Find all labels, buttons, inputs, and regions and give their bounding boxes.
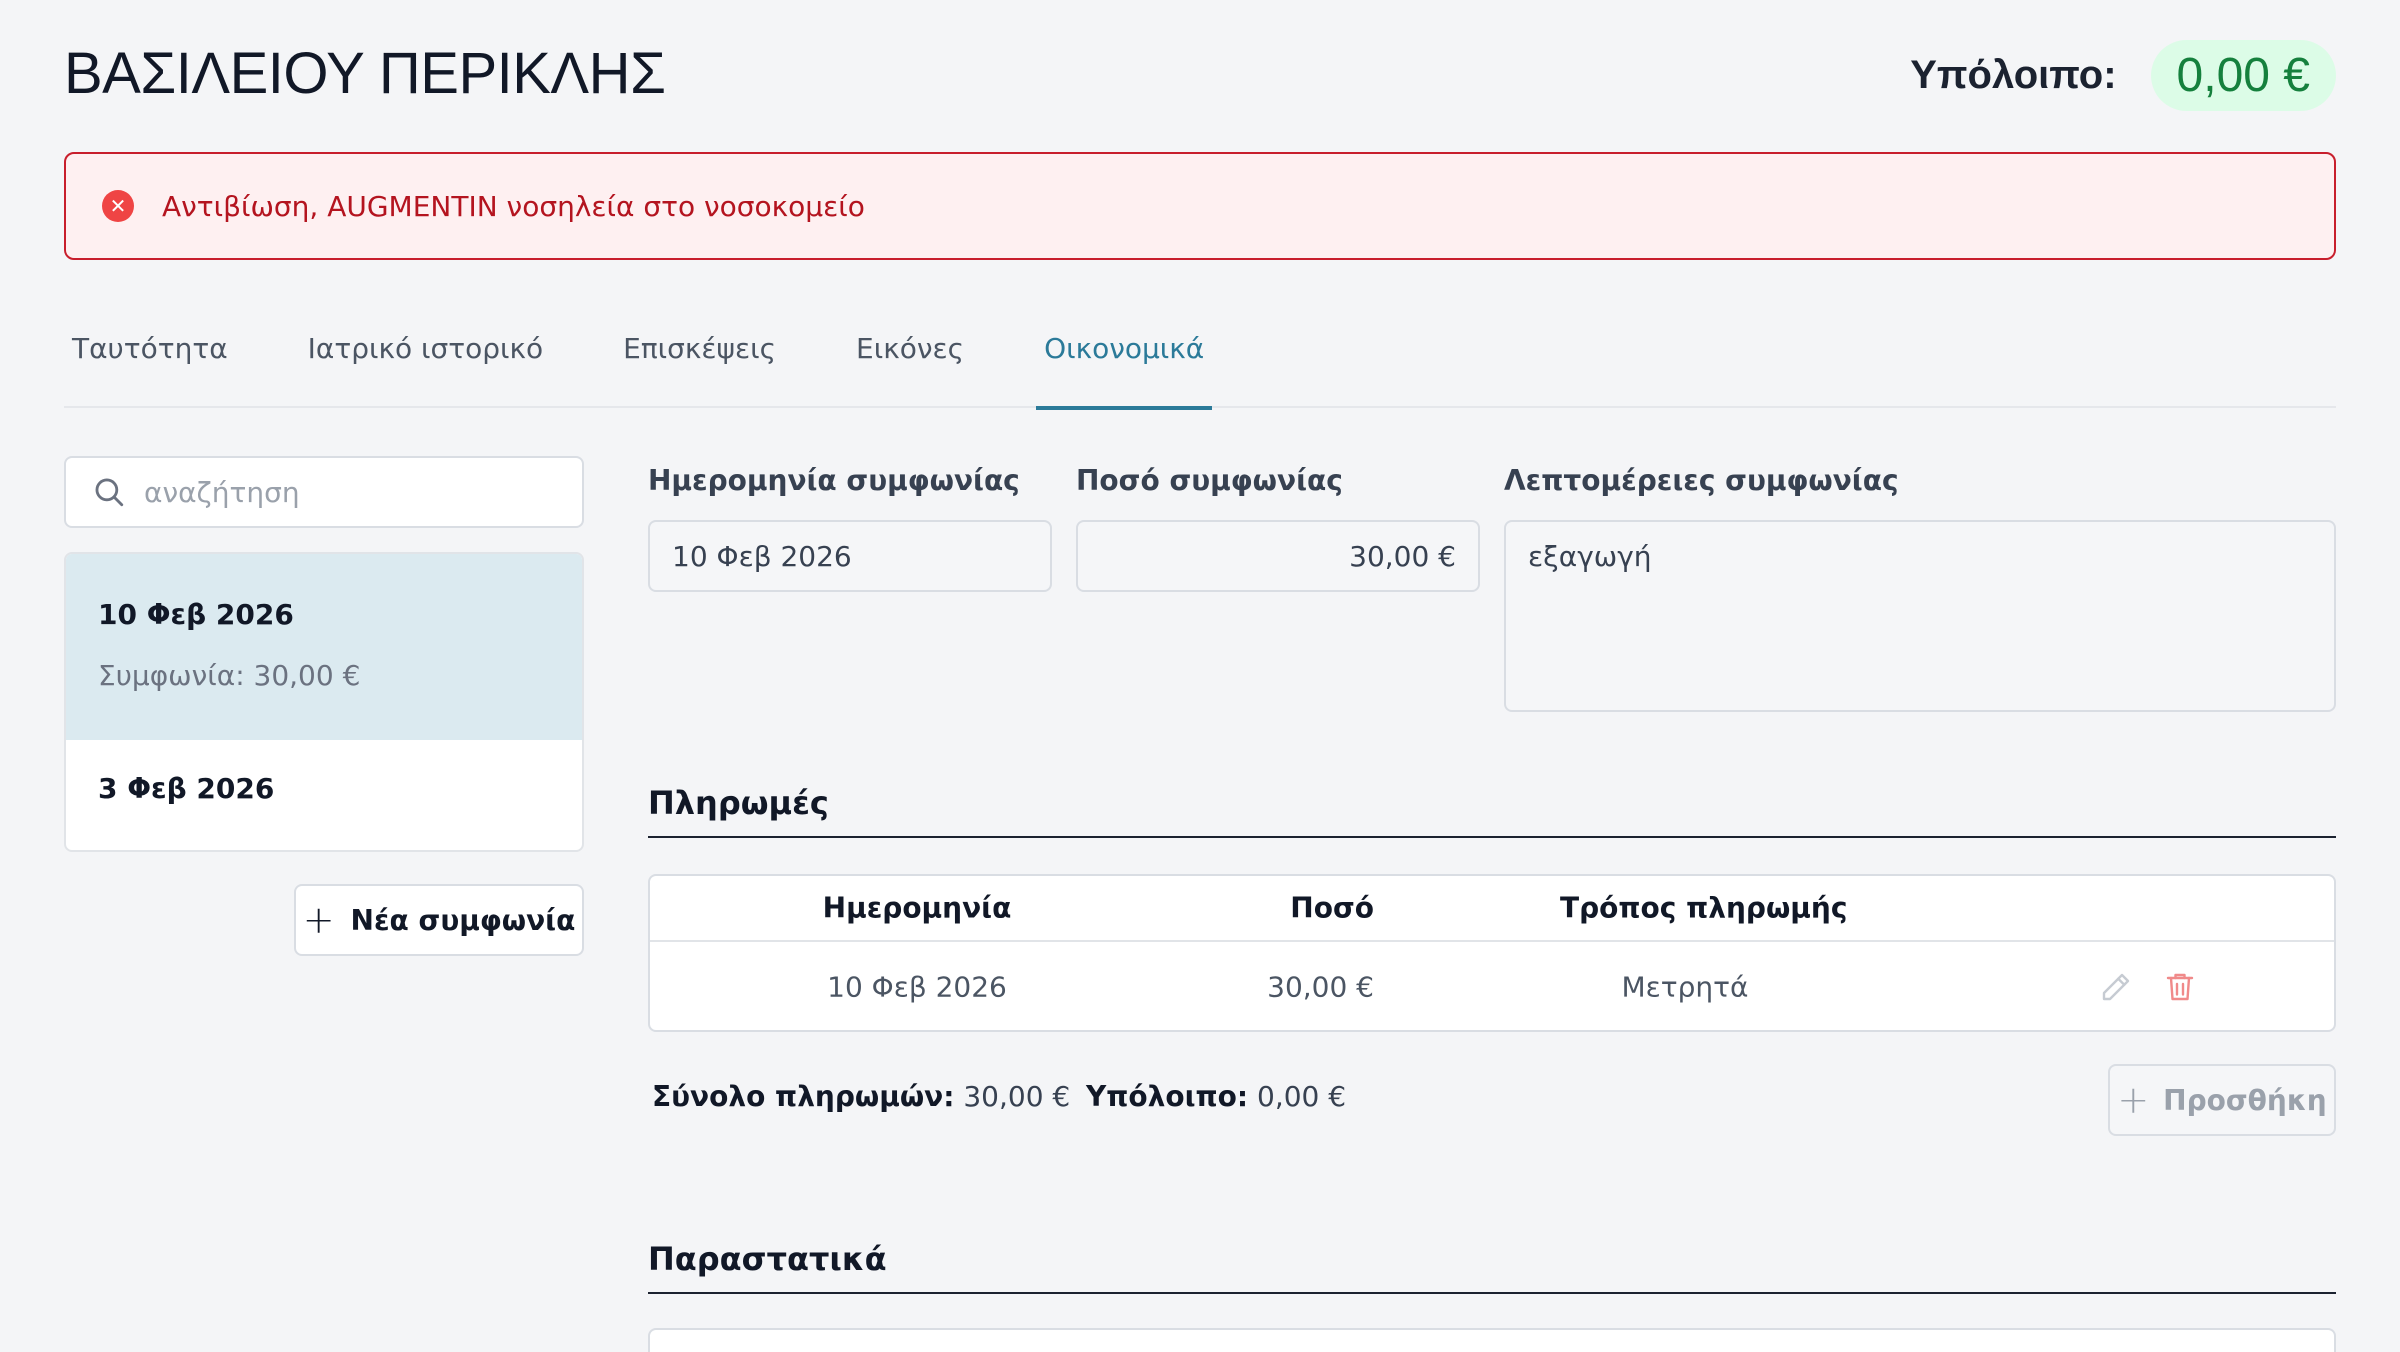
agreement-amount-field[interactable]: 30,00 € [1076,520,1480,592]
payment-method: Μετρητά [1621,970,1749,1004]
edit-pencil-icon[interactable] [2098,969,2134,1005]
new-agreement-label: Νέα συμφωνία [350,903,576,937]
x-circle-icon: ✕ [102,190,134,222]
search-icon [95,478,124,507]
table-row: 10 Φεβ 2026 30,00 € Μετρητά [650,942,2334,1030]
agreement-list: 10 Φεβ 2026 Συμφωνία: 30,00 € 3 Φεβ 2026 [64,552,584,852]
patient-name: ΒΑΣΙΛΕΙΟΥ ΠΕΡΙΚΛΗΣ [64,41,666,106]
payment-date: 10 Φεβ 2026 [827,970,1007,1004]
alert-text: Αντιβίωση, AUGMENTIN νοσηλεία στο νοσοκο… [162,189,865,223]
tab-medical-history[interactable]: Ιατρικό ιστορικό [300,320,551,408]
agreement-details-field[interactable]: εξαγωγή [1504,520,2336,712]
payments-balance-value: 0,00 € [1257,1080,1347,1113]
agreement-date-field[interactable]: 10 Φεβ 2026 [648,520,1052,592]
search-input[interactable] [144,475,544,509]
payments-total: Σύνολο πληρωμών: 30,00 € [652,1080,1070,1113]
allergy-alert: ✕ Αντιβίωση, AUGMENTIN νοσηλεία στο νοσο… [64,152,2336,260]
agreement-item[interactable]: 3 Φεβ 2026 [66,740,582,850]
tab-images[interactable]: Εικόνες [848,320,972,408]
column-header-method: Τρόπος πληρωμής [1560,891,1848,925]
add-payment-label: Προσθήκη [2163,1083,2327,1117]
documents-table [648,1328,2336,1352]
trash-icon[interactable] [2162,969,2198,1005]
payments-total-value: 30,00 € [963,1080,1071,1113]
patient-page: ΒΑΣΙΛΕΙΟΥ ΠΕΡΙΚΛΗΣ Υπόλοιπο: 0,00 € ✕ Αν… [0,0,2400,1352]
tab-financial[interactable]: Οικονομικά [1036,320,1213,410]
add-payment-button[interactable]: + Προσθήκη [2108,1064,2336,1136]
payments-title: Πληρωμές [648,784,2336,838]
agreement-amount: Συμφωνία: 30,00 € [98,659,361,692]
agreement-details-label: Λεπτομέρειες συμφωνίας [1504,464,1899,497]
column-header-amount: Ποσό [1290,891,1374,925]
agreement-amount-label: Ποσό συμφωνίας [1076,464,1343,497]
documents-title: Παραστατικά [648,1240,2336,1294]
new-agreement-button[interactable]: + Νέα συμφωνία [294,884,584,956]
plus-icon: + [2117,1078,2150,1122]
agreement-date: 10 Φεβ 2026 [98,598,294,631]
balance-label: Υπόλοιπο: [1910,53,2117,97]
payments-balance: Υπόλοιπο: 0,00 € [1086,1080,1346,1113]
payments-total-label: Σύνολο πληρωμών: [652,1080,955,1113]
column-header-date: Ημερομηνία [822,891,1012,925]
agreement-date-label: Ημερομηνία συμφωνίας [648,464,1020,497]
table-header: Ημερομηνία Ποσό Τρόπος πληρωμής [650,876,2334,942]
payment-amount: 30,00 € [1267,970,1374,1004]
tab-identity[interactable]: Ταυτότητα [64,320,236,408]
balance-badge: 0,00 € [2150,40,2336,111]
search-box [64,456,584,528]
agreement-item-selected[interactable]: 10 Φεβ 2026 Συμφωνία: 30,00 € [66,554,582,740]
tab-bar: Ταυτότητα Ιατρικό ιστορικό Επισκέψεις Ει… [64,320,2336,410]
tab-visits[interactable]: Επισκέψεις [615,320,784,408]
agreement-date: 3 Φεβ 2026 [98,772,275,805]
plus-icon: + [302,898,335,942]
payments-balance-label: Υπόλοιπο: [1086,1080,1249,1113]
balance-summary: Υπόλοιπο: 0,00 € [1910,40,2336,111]
payments-table: Ημερομηνία Ποσό Τρόπος πληρωμής 10 Φεβ 2… [648,874,2336,1032]
